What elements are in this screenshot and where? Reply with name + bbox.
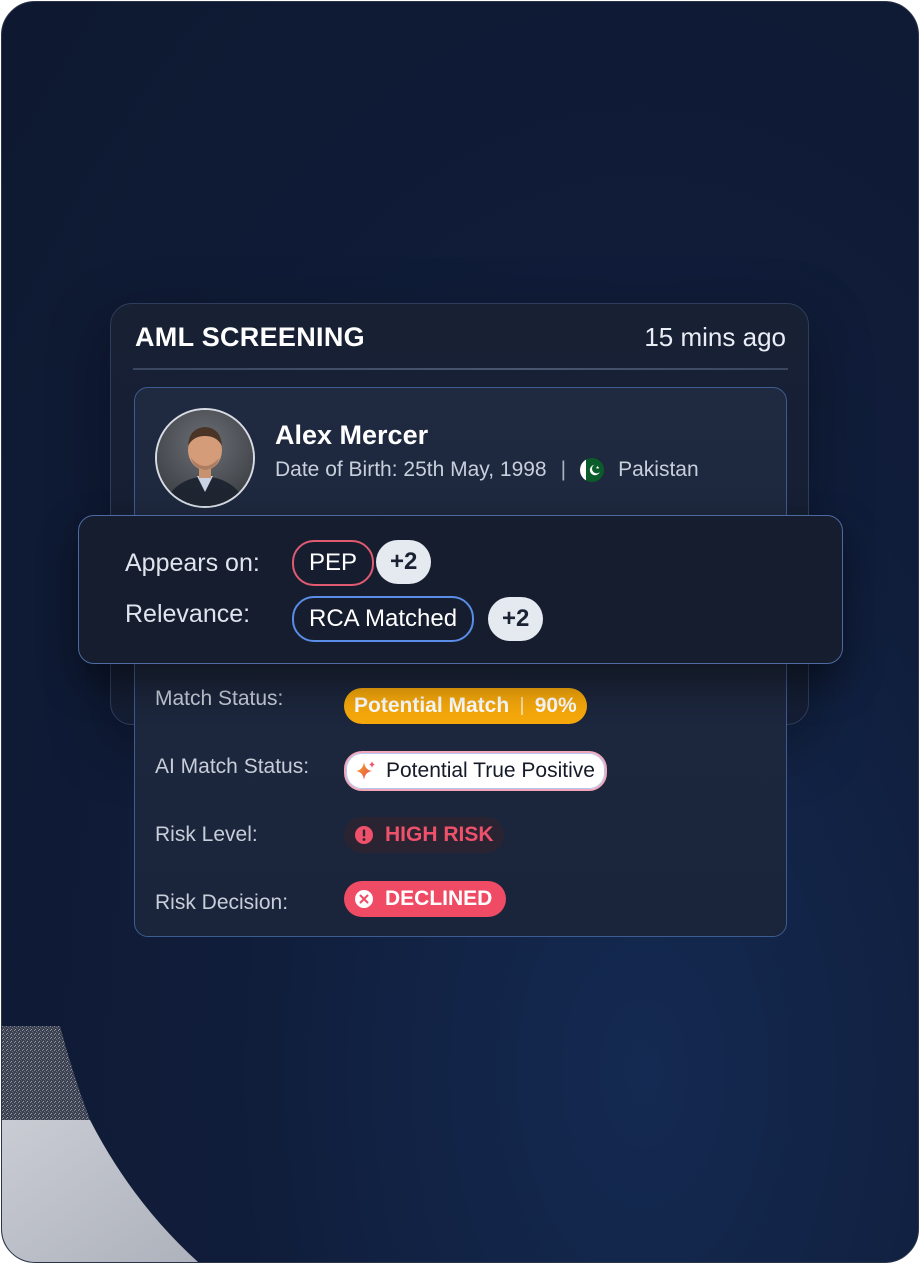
screening-overlay-panel: Appears on: PEP +2 Relevance: RCA Matche…	[78, 515, 843, 664]
ai-match-status-label: AI Match Status:	[155, 755, 310, 778]
card-title: AML SCREENING	[135, 322, 365, 352]
ai-match-status-badge: Potential True Positive	[344, 751, 607, 791]
separator: |	[560, 458, 567, 481]
alert-icon	[354, 825, 374, 845]
pakistan-flag-icon	[580, 458, 605, 482]
risk-decision-value: DECLINED	[385, 887, 493, 910]
avatar	[155, 408, 255, 508]
risk-level-value: HIGH RISK	[385, 823, 494, 846]
ai-match-status-value: Potential True Positive	[386, 759, 595, 782]
person-name: Alex Mercer	[275, 420, 429, 450]
pep-tag[interactable]: PEP	[292, 540, 375, 586]
card-timestamp: 15 mins ago	[644, 322, 786, 352]
relevance-more-button[interactable]: +2	[488, 597, 544, 641]
risk-decision-badge: DECLINED	[344, 881, 507, 917]
decorative-corner-shape	[2, 1026, 198, 1262]
appears-on-more-button[interactable]: +2	[376, 540, 432, 584]
risk-level-label: Risk Level:	[155, 823, 258, 846]
match-status-value: Potential Match	[354, 694, 510, 717]
dob-value: 25th May, 1998	[403, 458, 547, 481]
risk-level-badge: HIGH RISK	[344, 817, 504, 853]
sparkle-icon	[354, 759, 378, 783]
rca-matched-tag[interactable]: RCA Matched	[292, 596, 475, 642]
country-name: Pakistan	[618, 458, 699, 481]
match-status-label: Match Status:	[155, 687, 284, 710]
badge-divider	[521, 697, 523, 715]
risk-decision-label: Risk Decision:	[155, 891, 289, 914]
person-photo-icon	[157, 410, 253, 506]
match-status-badge: Potential Match 90%	[344, 688, 587, 724]
divider	[133, 368, 788, 370]
dob-row: Date of Birth: 25th May, 1998 | Pakistan	[275, 458, 699, 482]
relevance-label: Relevance:	[125, 600, 251, 628]
appears-on-label: Appears on:	[125, 549, 260, 577]
dob-label: Date of Birth:	[275, 458, 398, 481]
close-circle-icon	[354, 889, 374, 909]
match-percent: 90%	[534, 694, 577, 717]
